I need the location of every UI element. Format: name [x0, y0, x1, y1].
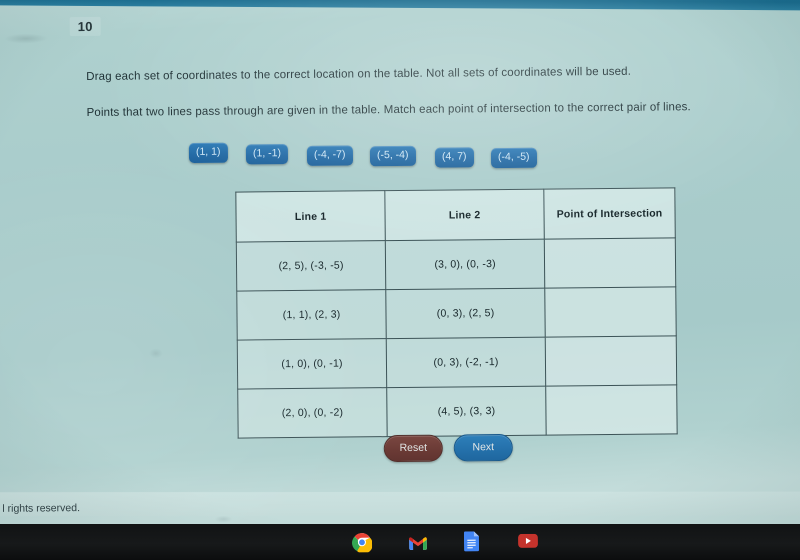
copyright-text: l rights reserved. [2, 502, 81, 515]
tablet-screen: Unit Test 10 Drag each set of coordinate… [0, 0, 800, 524]
reset-button[interactable]: Reset [383, 434, 443, 463]
table-row: (1, 0), (0, -1) (0, 3), (-2, -1) [237, 335, 677, 390]
coordinate-chip[interactable]: (4, 7) [434, 147, 474, 168]
table-row: (2, 5), (-3, -5) (3, 0), (0, -3) [236, 237, 676, 292]
coordinate-chip[interactable]: (1, -1) [245, 144, 289, 164]
coordinate-chip[interactable]: (1, 1) [188, 142, 228, 163]
cell-point-of-intersection-dropzone[interactable] [545, 335, 677, 387]
coordinate-chip[interactable]: (-4, -5) [490, 147, 537, 168]
table-row: (1, 1), (2, 3) (0, 3), (2, 5) [236, 286, 677, 341]
chrome-icon[interactable]: Google Chrome [352, 532, 373, 554]
cell-line-2: (0, 3), (2, 5) [385, 288, 546, 339]
cell-line-2: (0, 3), (-2, -1) [386, 337, 546, 388]
cell-line-2: (3, 0), (0, -3) [385, 239, 545, 290]
column-header-line-2: Line 2 [384, 189, 545, 241]
table-row: (2, 0), (0, -2) (4, 5), (3, 3) [237, 384, 678, 439]
cell-point-of-intersection-dropzone[interactable] [544, 286, 677, 338]
footer-bar [0, 491, 800, 517]
action-button-row: Reset Next [2, 431, 800, 469]
instruction-line-1: Drag each set of coordinates to the corr… [86, 65, 632, 84]
question-number-badge: 10 [69, 16, 101, 37]
screen-smudge [214, 515, 233, 523]
app-title: Unit Test [759, 0, 798, 1]
matching-table-container: Line 1 Line 2 Point of Intersection (2, … [235, 187, 678, 439]
quiz-page: Unit Test 10 Drag each set of coordinate… [0, 0, 800, 524]
column-header-line-1: Line 1 [235, 190, 386, 243]
column-header-point-of-intersection: Point of Intersection [543, 187, 676, 240]
screen-smudge [3, 33, 48, 44]
cell-point-of-intersection-dropzone[interactable] [544, 237, 676, 289]
cell-line-1: (2, 0), (0, -2) [237, 387, 388, 439]
next-button[interactable]: Next [453, 433, 513, 462]
cell-line-1: (1, 0), (0, -1) [237, 338, 387, 390]
cell-line-2: (4, 5), (3, 3) [386, 386, 547, 437]
youtube-icon[interactable]: YouTube [518, 531, 538, 551]
table-header-row: Line 1 Line 2 Point of Intersection [235, 187, 676, 243]
cell-line-1: (1, 1), (2, 3) [236, 289, 387, 341]
cell-point-of-intersection-dropzone[interactable] [545, 384, 678, 436]
gmail-icon[interactable]: Gmail [408, 532, 428, 552]
coordinate-chip[interactable]: (-4, -7) [306, 145, 353, 166]
table-body: (2, 5), (-3, -5) (3, 0), (0, -3) (1, 1), (… [236, 237, 678, 439]
google-docs-icon[interactable]: Google Docs [462, 531, 482, 552]
cell-line-1: (2, 5), (-3, -5) [236, 240, 386, 292]
coordinate-chip[interactable]: (-5, -4) [369, 145, 416, 166]
os-taskbar: Google Chrome Gmail Google Doc [0, 524, 800, 560]
matching-table: Line 1 Line 2 Point of Intersection (2, … [235, 187, 678, 439]
browser-top-bar: Unit Test [0, 0, 800, 11]
instruction-line-2: Points that two lines pass through are g… [86, 101, 691, 120]
screen-smudge [148, 348, 163, 359]
